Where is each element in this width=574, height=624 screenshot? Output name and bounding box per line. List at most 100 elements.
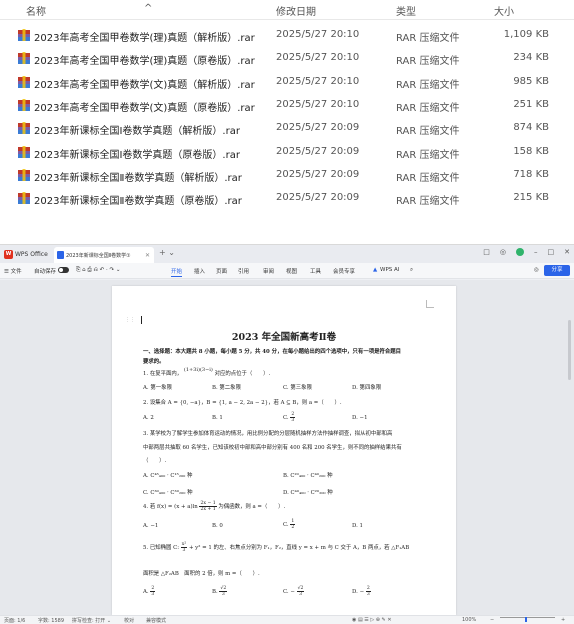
menu-view[interactable]: 视图 — [286, 267, 297, 275]
file-modified: 2025/5/27 20:10 — [276, 52, 360, 64]
file-type: RAR 压缩文件 — [396, 79, 460, 91]
file-row[interactable]: 2023年高考全国甲卷数学(文)真题（解析版）.rar 2025/5/27 20:… — [0, 72, 574, 95]
menu-insert[interactable]: 插入 — [194, 267, 205, 275]
paragraph-handle-icon[interactable]: ⋮⋮ — [125, 317, 135, 323]
page-corner-mark — [426, 300, 434, 308]
file-row[interactable]: 2023年高考全国甲卷数学(理)真题（解析版）.rar 2025/5/27 20:… — [0, 25, 574, 48]
file-explorer: 名称 ^ 修改日期 类型 大小 2023年高考全国甲卷数学(理)真题（解析版）.… — [0, 0, 574, 222]
q5-option-d: D. − 23 — [352, 586, 371, 597]
menu-home[interactable]: 开始 — [171, 267, 183, 277]
menu-tools[interactable]: 工具 — [310, 267, 321, 275]
file-modified: 2025/5/27 20:09 — [276, 168, 360, 180]
q3-option-c: C. C³⁰₄₀₀ · C³⁰₂₀₀ 种 — [143, 490, 193, 496]
wps-ai-button[interactable]: WPS AI — [380, 267, 399, 273]
menu-page[interactable]: 页面 — [216, 267, 227, 275]
file-modified: 2025/5/27 20:10 — [276, 75, 360, 87]
document-icon — [57, 251, 64, 259]
search-icon[interactable]: ⌕ — [410, 267, 413, 274]
settings-icon[interactable]: ◎ — [500, 248, 506, 256]
rar-archive-icon — [18, 29, 30, 41]
file-row[interactable]: 2023年新课标全国Ⅰ卷数学真题（解析版）.rar 2025/5/27 20:09… — [0, 118, 574, 141]
q2-option-c: C. 23 — [283, 412, 296, 423]
question-3-line2: 中部两层共抽取 60 名学生，已知该校初中部和高中部分别有 400 名和 200… — [143, 445, 402, 451]
view-mode-icons[interactable]: ◉ ▤ ☰ ▷ ⊕ ✎ ✕ — [352, 617, 392, 623]
document-canvas: ⋮⋮ 2023 年全国新高考Ⅱ卷 一、选择题：本大题共 8 小题，每小题 5 分… — [0, 280, 574, 615]
file-modified: 2025/5/27 20:09 — [276, 192, 360, 204]
q1-option-a: A. 第一象限 — [143, 385, 172, 391]
rar-archive-icon — [18, 98, 30, 111]
file-name: 2023年高考全国甲卷数学(文)真题（解析版）.rar — [34, 79, 255, 91]
column-modified[interactable]: 修改日期 — [276, 3, 316, 18]
file-row[interactable]: 2023年新课标全国Ⅰ卷数学真题（原卷版）.rar 2025/5/27 20:09… — [0, 142, 574, 165]
question-2: 2. 设集合 A = {0, −a}，B = {1, a − 2, 2a − 2… — [143, 400, 342, 406]
word-count[interactable]: 字数: 1589 — [38, 617, 64, 624]
file-menu[interactable]: ☰ 文件 — [4, 267, 22, 275]
wps-home-tab[interactable]: W WPS Office — [4, 248, 48, 260]
q4-option-a: A. −1 — [143, 523, 159, 529]
document-tab[interactable]: 2023年新课标全国Ⅱ卷数学① ✕ — [54, 247, 154, 263]
file-size: 215 KB — [513, 192, 549, 204]
app-name: WPS Office — [15, 250, 48, 258]
account-avatar[interactable] — [516, 248, 524, 256]
zoom-level[interactable]: 100% — [462, 617, 476, 623]
zoom-in-icon[interactable]: + — [561, 617, 565, 623]
rar-archive-icon — [18, 168, 30, 181]
menu-member[interactable]: 会员专享 — [333, 267, 355, 275]
file-row[interactable]: 2023年高考全国甲卷数学(理)真题（原卷版）.rar 2025/5/27 20:… — [0, 48, 574, 71]
q4-option-d: D. 1 — [352, 523, 363, 529]
menu-review[interactable]: 审阅 — [263, 267, 274, 275]
file-name: 2023年高考全国甲卷数学(理)真题（原卷版）.rar — [34, 56, 255, 68]
file-name: 2023年新课标全国Ⅰ卷数学真题（原卷版）.rar — [34, 149, 240, 161]
menu-references[interactable]: 引用 — [238, 267, 249, 275]
close-button[interactable]: ✕ — [564, 248, 570, 256]
maximize-button[interactable]: □ — [548, 248, 555, 256]
section-heading: 一、选择题：本大题共 8 小题，每小题 5 分，共 40 分，在每小题给出的四个… — [143, 349, 402, 355]
autosave-toggle[interactable] — [58, 267, 69, 273]
file-type: RAR 压缩文件 — [396, 56, 460, 68]
question-3-line1: 3. 某学校为了解学生参加体育运动的情况，用比例分配的分层随机抽样方法作抽样调查… — [143, 431, 393, 437]
share-button[interactable]: 分享 — [544, 265, 570, 276]
q5-option-b: B. √2 3 — [212, 586, 228, 597]
file-row[interactable]: 2023年新课标全国Ⅱ卷数学真题（解析版）.rar 2025/5/27 20:09… — [0, 165, 574, 188]
tab-close-icon[interactable]: ✕ — [145, 252, 150, 259]
rar-archive-icon — [18, 52, 30, 65]
zoom-slider[interactable] — [500, 617, 555, 618]
cloud-sync-icon[interactable]: ◎ — [534, 267, 539, 273]
file-type: RAR 压缩文件 — [396, 149, 460, 161]
question-3-line3: （ ）. — [143, 458, 167, 464]
document-page[interactable]: ⋮⋮ 2023 年全国新高考Ⅱ卷 一、选择题：本大题共 8 小题，每小题 5 分… — [112, 286, 456, 615]
q3-option-d: D. C⁴⁰₄₀₀ · C²⁰₂₀₀ 种 — [283, 490, 333, 496]
rar-archive-icon — [18, 192, 30, 205]
page-count[interactable]: 页面: 1/6 — [4, 617, 25, 624]
rar-archive-icon — [18, 122, 30, 135]
window-controls: □ ◎ – □ ✕ — [483, 248, 570, 256]
file-size: 158 KB — [513, 145, 549, 157]
minimize-button[interactable]: – — [534, 248, 538, 256]
zoom-out-icon[interactable]: − — [490, 617, 494, 623]
new-tab-button[interactable]: + ⌄ — [159, 248, 175, 257]
status-bar: 页面: 1/6 字数: 1589 拼写检查: 打开 ⌄ 校对 兼容模式 ◉ ▤ … — [0, 615, 574, 624]
file-row[interactable]: 2023年新课标全国Ⅱ卷数学真题（原卷版）.rar 2025/5/27 20:09… — [0, 188, 574, 211]
q3-option-a: A. C⁴⁵₄₀₀ · C¹⁵₂₀₀ 种 — [143, 473, 193, 479]
spell-check[interactable]: 拼写检查: 打开 ⌄ — [72, 617, 111, 624]
vertical-scrollbar[interactable] — [568, 320, 571, 380]
file-type: RAR 压缩文件 — [396, 196, 460, 208]
file-row[interactable]: 2023年高考全国甲卷数学(文)真题（原卷版）.rar 2025/5/27 20:… — [0, 95, 574, 118]
layout-icon[interactable]: □ — [483, 248, 490, 256]
file-name: 2023年高考全国甲卷数学(文)真题（原卷版）.rar — [34, 102, 255, 114]
q2-option-d: D. −1 — [352, 415, 368, 421]
exam-title: 2023 年全国新高考Ⅱ卷 — [231, 332, 337, 343]
proofread[interactable]: 校对 — [124, 617, 134, 624]
quick-access-toolbar[interactable]: ⎘ ⌂ ⎙ ⎌ ↶ · ↷ ⌄ — [76, 267, 121, 274]
file-size: 234 KB — [513, 52, 549, 64]
column-type[interactable]: 类型 — [396, 3, 416, 18]
file-type: RAR 压缩文件 — [396, 126, 460, 138]
q3-option-b: B. C²⁰₄₀₀ · C⁴⁰₂₀₀ 种 — [283, 473, 333, 479]
column-size[interactable]: 大小 — [494, 3, 514, 18]
zoom-slider-knob[interactable] — [525, 617, 527, 622]
file-modified: 2025/5/27 20:09 — [276, 145, 360, 157]
column-name[interactable]: 名称 — [26, 3, 46, 18]
section-heading-line2: 要求的。 — [143, 359, 165, 365]
file-modified: 2025/5/27 20:09 — [276, 122, 360, 134]
file-type: RAR 压缩文件 — [396, 102, 460, 114]
